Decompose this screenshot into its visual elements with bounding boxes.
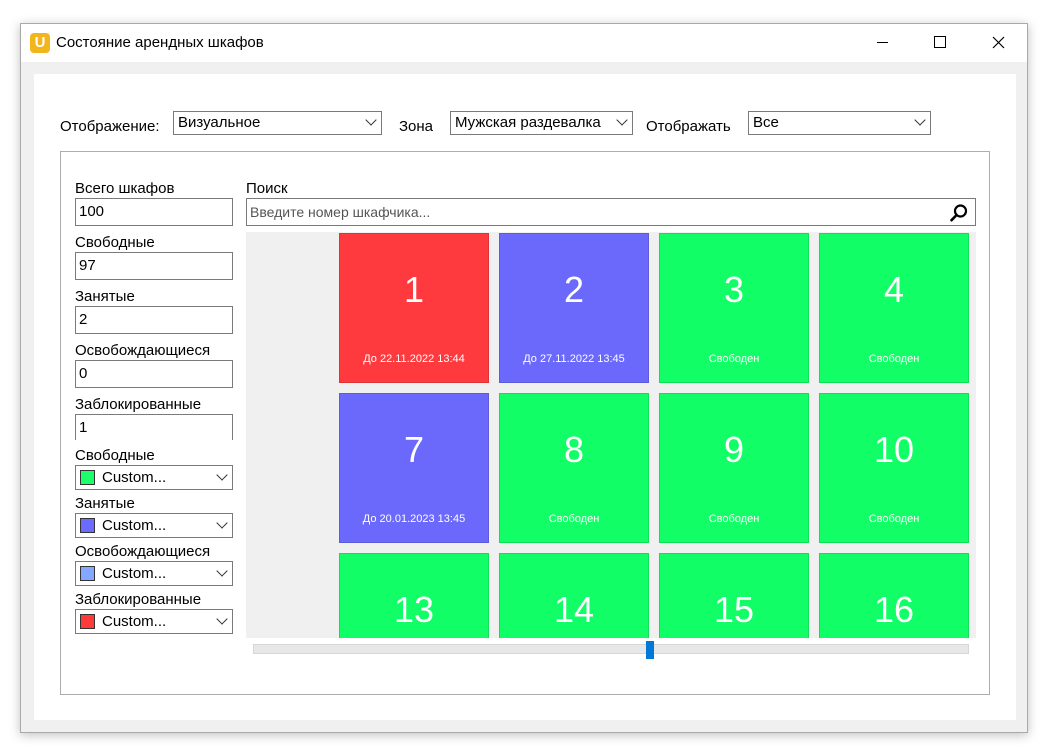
horizontal-scrollbar[interactable] <box>253 641 969 659</box>
chevron-down-icon <box>216 613 228 625</box>
zone-select[interactable]: Мужская раздевалка <box>450 111 633 135</box>
app-logo-icon: U <box>30 33 50 53</box>
free-color-select[interactable]: Custom... <box>75 465 233 490</box>
total-lockers-label: Всего шкафов <box>75 180 175 197</box>
client-area: Отображение: Визуальное Зона Мужская раз… <box>34 74 1016 720</box>
minimize-icon <box>876 41 888 43</box>
locker-tile[interactable]: 13 <box>339 553 489 638</box>
locker-number: 3 <box>723 269 745 310</box>
locker-number: 4 <box>883 269 905 310</box>
show-filter-label: Отображать <box>646 118 731 135</box>
free-count-label: Свободные <box>75 234 155 251</box>
locker-number: 10 <box>873 429 915 470</box>
locker-tile[interactable]: 2 До 27.11.2022 13:45 <box>499 233 649 383</box>
locker-tile[interactable]: 15 <box>659 553 809 638</box>
locker-tile[interactable]: 4 Свободен <box>819 233 969 383</box>
blocked-count-field[interactable]: 1 <box>75 414 233 440</box>
locker-grid: 1 До 22.11.2022 13:44 2 До 27.11.2022 13:45… <box>246 232 976 638</box>
blocked-color-select[interactable]: Custom... <box>75 609 233 634</box>
maximize-button[interactable] <box>911 24 969 60</box>
chevron-down-icon <box>216 565 228 577</box>
lockers-group: Всего шкафов 100 Свободные 97 Занятые 2 … <box>60 151 990 695</box>
locker-tile[interactable]: 9 Свободен <box>659 393 809 543</box>
chevron-down-icon <box>914 114 926 126</box>
search-input[interactable] <box>250 201 940 223</box>
locker-number: 2 <box>563 269 585 310</box>
free-count-field[interactable]: 97 <box>75 252 233 280</box>
free-color-value: Custom... <box>102 469 167 486</box>
locker-number: 15 <box>713 589 755 630</box>
locker-tile[interactable]: 10 Свободен <box>819 393 969 543</box>
search-icon[interactable] <box>949 203 969 223</box>
locker-tile[interactable]: 16 <box>819 553 969 638</box>
locker-number: 16 <box>873 589 915 630</box>
title-bar: U Состояние арендных шкафов <box>21 24 1027 62</box>
locker-status: До 22.11.2022 13:44 <box>363 353 465 365</box>
locker-tile[interactable]: 1 До 22.11.2022 13:44 <box>339 233 489 383</box>
locker-number: 8 <box>563 429 585 470</box>
locker-number: 9 <box>723 429 745 470</box>
blocked-count-label: Заблокированные <box>75 396 202 413</box>
releasing-color-select[interactable]: Custom... <box>75 561 233 586</box>
blocked-color-value: Custom... <box>102 613 167 630</box>
chevron-down-icon <box>365 114 377 126</box>
zone-label: Зона <box>399 118 434 135</box>
locker-status: Свободен <box>548 513 600 525</box>
free-color-swatch <box>80 470 95 485</box>
locker-number: 1 <box>403 269 425 310</box>
window-title: Состояние арендных шкафов <box>56 34 264 51</box>
locker-number: 7 <box>403 429 425 470</box>
releasing-count-label: Освобождающиеся <box>75 342 211 359</box>
busy-count-field[interactable]: 2 <box>75 306 233 334</box>
locker-number: 14 <box>553 589 595 630</box>
blocked-color-swatch <box>80 614 95 629</box>
locker-status: До 27.11.2022 13:45 <box>523 353 625 365</box>
minimize-button[interactable] <box>853 24 911 60</box>
scrollbar-thumb[interactable] <box>646 641 654 659</box>
display-mode-value: Визуальное <box>178 114 261 131</box>
locker-status: Свободен <box>708 353 760 365</box>
locker-tile[interactable]: 7 До 20.01.2023 13:45 <box>339 393 489 543</box>
locker-tile[interactable]: 3 Свободен <box>659 233 809 383</box>
locker-status: Свободен <box>708 513 760 525</box>
chevron-down-icon <box>216 469 228 481</box>
display-mode-select[interactable]: Визуальное <box>173 111 382 135</box>
locker-status: До 20.01.2023 13:45 <box>362 513 466 525</box>
locker-number: 13 <box>393 589 435 630</box>
close-icon <box>992 36 1004 48</box>
releasing-color-swatch <box>80 566 95 581</box>
busy-count-label: Занятые <box>75 288 135 305</box>
releasing-color-value: Custom... <box>102 565 167 582</box>
locker-tile[interactable]: 8 Свободен <box>499 393 649 543</box>
locker-status: Свободен <box>868 353 920 365</box>
search-label: Поиск <box>246 180 288 197</box>
locker-status: Свободен <box>868 513 920 525</box>
zone-value: Мужская раздевалка <box>455 114 601 131</box>
total-lockers-field[interactable]: 100 <box>75 198 233 226</box>
releasing-count-field[interactable]: 0 <box>75 360 233 388</box>
busy-color-label: Занятые <box>75 495 135 512</box>
show-filter-value: Все <box>753 114 779 131</box>
blocked-color-label: Заблокированные <box>75 591 202 608</box>
busy-color-swatch <box>80 518 95 533</box>
releasing-color-label: Освобождающиеся <box>75 543 211 560</box>
close-button[interactable] <box>969 24 1027 60</box>
busy-color-value: Custom... <box>102 517 167 534</box>
busy-color-select[interactable]: Custom... <box>75 513 233 538</box>
search-box[interactable] <box>246 198 976 226</box>
locker-tile[interactable]: 14 <box>499 553 649 638</box>
chevron-down-icon <box>216 517 228 529</box>
chevron-down-icon <box>616 114 628 126</box>
show-filter-select[interactable]: Все <box>748 111 931 135</box>
main-window: U Состояние арендных шкафов Отображение:… <box>20 23 1028 733</box>
free-color-label: Свободные <box>75 447 155 464</box>
maximize-icon <box>934 36 946 48</box>
display-mode-label: Отображение: <box>60 118 160 135</box>
